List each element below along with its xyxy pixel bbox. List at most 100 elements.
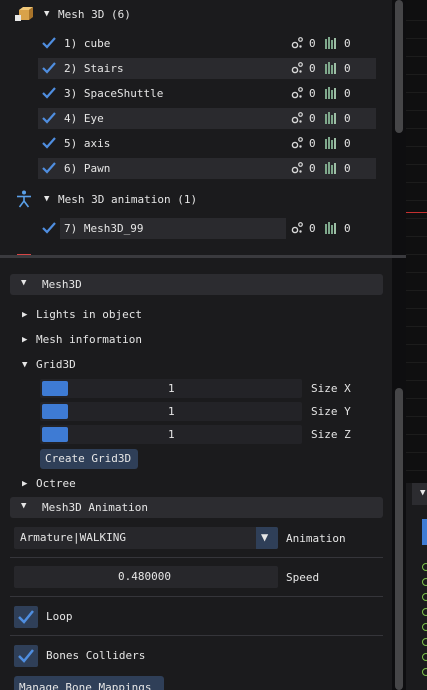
lights-count: 0: [309, 62, 316, 75]
separator: [10, 596, 383, 597]
item-label[interactable]: 4) Eye: [64, 112, 104, 125]
bones-icon: [325, 62, 338, 77]
collapse-triangle-icon: ▼: [420, 488, 426, 498]
visibility-checkbox[interactable]: [40, 35, 57, 52]
lights-in-object-node[interactable]: Lights in object: [36, 308, 142, 321]
lights-gear-icon: [290, 136, 304, 153]
visibility-checkbox[interactable]: [40, 110, 57, 127]
mesh3d-section-header[interactable]: ▼ Mesh3D: [10, 274, 383, 295]
create-grid3d-button[interactable]: Create Grid3D: [40, 449, 138, 469]
bones-icon: [325, 112, 338, 127]
grid-line: [406, 308, 427, 309]
grid-line: [406, 272, 427, 273]
mesh3d-animation-header-label: Mesh3D Animation: [42, 501, 148, 514]
bones-count: 0: [344, 137, 351, 150]
expand-triangle-icon[interactable]: ▶: [22, 335, 27, 345]
size-y-label: Size Y: [311, 405, 351, 418]
octree-node[interactable]: Octree: [36, 477, 76, 490]
visibility-checkbox[interactable]: [40, 85, 57, 102]
item-label[interactable]: 5) axis: [64, 137, 110, 150]
object-list-scrollbar[interactable]: [392, 0, 406, 255]
speed-input[interactable]: 0.480000: [14, 566, 278, 588]
collapse-triangle-icon: ▼: [21, 278, 27, 288]
expand-triangle-icon[interactable]: ▶: [22, 310, 27, 320]
list-item[interactable]: 1) cube 0 0: [38, 33, 376, 54]
visibility-checkbox[interactable]: [40, 220, 57, 237]
visibility-checkbox[interactable]: [40, 160, 57, 177]
collapse-triangle-icon[interactable]: ▼: [22, 360, 27, 370]
status-dot-icon: [422, 668, 427, 676]
size-z-slider[interactable]: 1: [40, 425, 302, 444]
list-item[interactable]: 6) Pawn 0 0: [38, 158, 376, 179]
speed-label: Speed: [286, 571, 320, 584]
lights-count: 0: [309, 87, 316, 100]
slider-grab[interactable]: [42, 427, 68, 442]
status-dot-icon: [422, 638, 427, 646]
object-list-panel: ▼ Mesh 3D (6) 1) cube 0 0 2) Stairs 0 0 3) Spa…: [0, 0, 392, 255]
slider-grab[interactable]: [42, 381, 68, 396]
grid-line: [406, 326, 427, 327]
grid-line: [406, 452, 427, 453]
visibility-checkbox[interactable]: [40, 60, 57, 77]
status-dot-icon: [422, 563, 427, 571]
bones-count: 0: [344, 62, 351, 75]
lights-gear-icon: [290, 61, 304, 78]
loop-checkbox[interactable]: [14, 606, 38, 628]
properties-scrollbar[interactable]: [392, 258, 406, 690]
mesh3d-animation-section-header[interactable]: ▼ Mesh3D Animation: [10, 497, 383, 518]
create-grid3d-label: Create Grid3D: [45, 452, 132, 465]
bones-colliders-label: Bones Colliders: [46, 649, 146, 662]
item-label[interactable]: 1) cube: [64, 37, 110, 50]
item-label[interactable]: 3) SpaceShuttle: [64, 87, 163, 100]
grid-line: [406, 218, 427, 219]
list-item[interactable]: 2) Stairs 0 0: [38, 58, 376, 79]
grid-line: [406, 146, 427, 147]
expand-triangle-icon[interactable]: ▶: [22, 479, 27, 489]
grid-line: [406, 74, 427, 75]
item-label[interactable]: 6) Pawn: [64, 162, 110, 175]
animation-value: Armature|WALKING: [20, 531, 126, 544]
mesh-information-node[interactable]: Mesh information: [36, 333, 142, 346]
collapse-triangle-icon[interactable]: ▼: [44, 194, 49, 204]
list-item[interactable]: 4) Eye 0 0: [38, 108, 376, 129]
grid-line: [406, 236, 427, 237]
visibility-checkbox[interactable]: [40, 135, 57, 152]
scrollbar-thumb[interactable]: [395, 0, 403, 133]
size-x-slider[interactable]: 1: [40, 379, 302, 398]
lights-count: 0: [309, 112, 316, 125]
size-y-slider[interactable]: 1: [40, 402, 302, 421]
cube-icon: [15, 6, 33, 22]
list-item[interactable]: 3) SpaceShuttle 0 0: [38, 83, 376, 104]
grid3d-node[interactable]: Grid3D: [36, 358, 76, 371]
lights-gear-icon: [290, 36, 304, 53]
manage-bone-mappings-button[interactable]: Manage Bone Mappings: [14, 676, 164, 690]
chevron-down-icon: ▼: [261, 530, 269, 544]
grid-line: [406, 110, 427, 111]
list-item[interactable]: 7) Mesh3D_99 0 0: [38, 218, 351, 239]
bones-colliders-checkbox[interactable]: [14, 645, 38, 667]
grid-line: [406, 20, 427, 21]
status-dot-icon: [422, 623, 427, 631]
status-dot-icon: [422, 578, 427, 586]
slider-grab[interactable]: [42, 404, 68, 419]
list-item[interactable]: 5) axis 0 0: [38, 133, 376, 154]
size-y-value: 1: [168, 405, 175, 418]
bones-icon: [325, 87, 338, 102]
side-panel: ▼: [406, 483, 427, 690]
scrollbar-thumb[interactable]: [395, 388, 403, 690]
item-label[interactable]: 2) Stairs: [64, 62, 124, 75]
collapse-triangle-icon[interactable]: ▼: [44, 9, 49, 19]
side-panel-tab[interactable]: [422, 519, 427, 545]
side-panel-header[interactable]: ▼: [412, 483, 427, 505]
animation-combo[interactable]: Armature|WALKING ▼: [14, 527, 278, 549]
grid-line: [406, 56, 427, 57]
group-mesh3d-label[interactable]: Mesh 3D (6): [58, 8, 131, 21]
bones-count: 0: [344, 222, 351, 235]
bones-icon: [325, 37, 338, 52]
mesh3d-header-label: Mesh3D: [42, 278, 82, 291]
group-mesh3d-animation-label[interactable]: Mesh 3D animation (1): [58, 193, 197, 206]
combo-arrow-button[interactable]: ▼: [256, 527, 278, 549]
grid-line: [406, 398, 427, 399]
item-label[interactable]: 7) Mesh3D_99: [64, 222, 143, 235]
grid-line: [406, 470, 427, 471]
